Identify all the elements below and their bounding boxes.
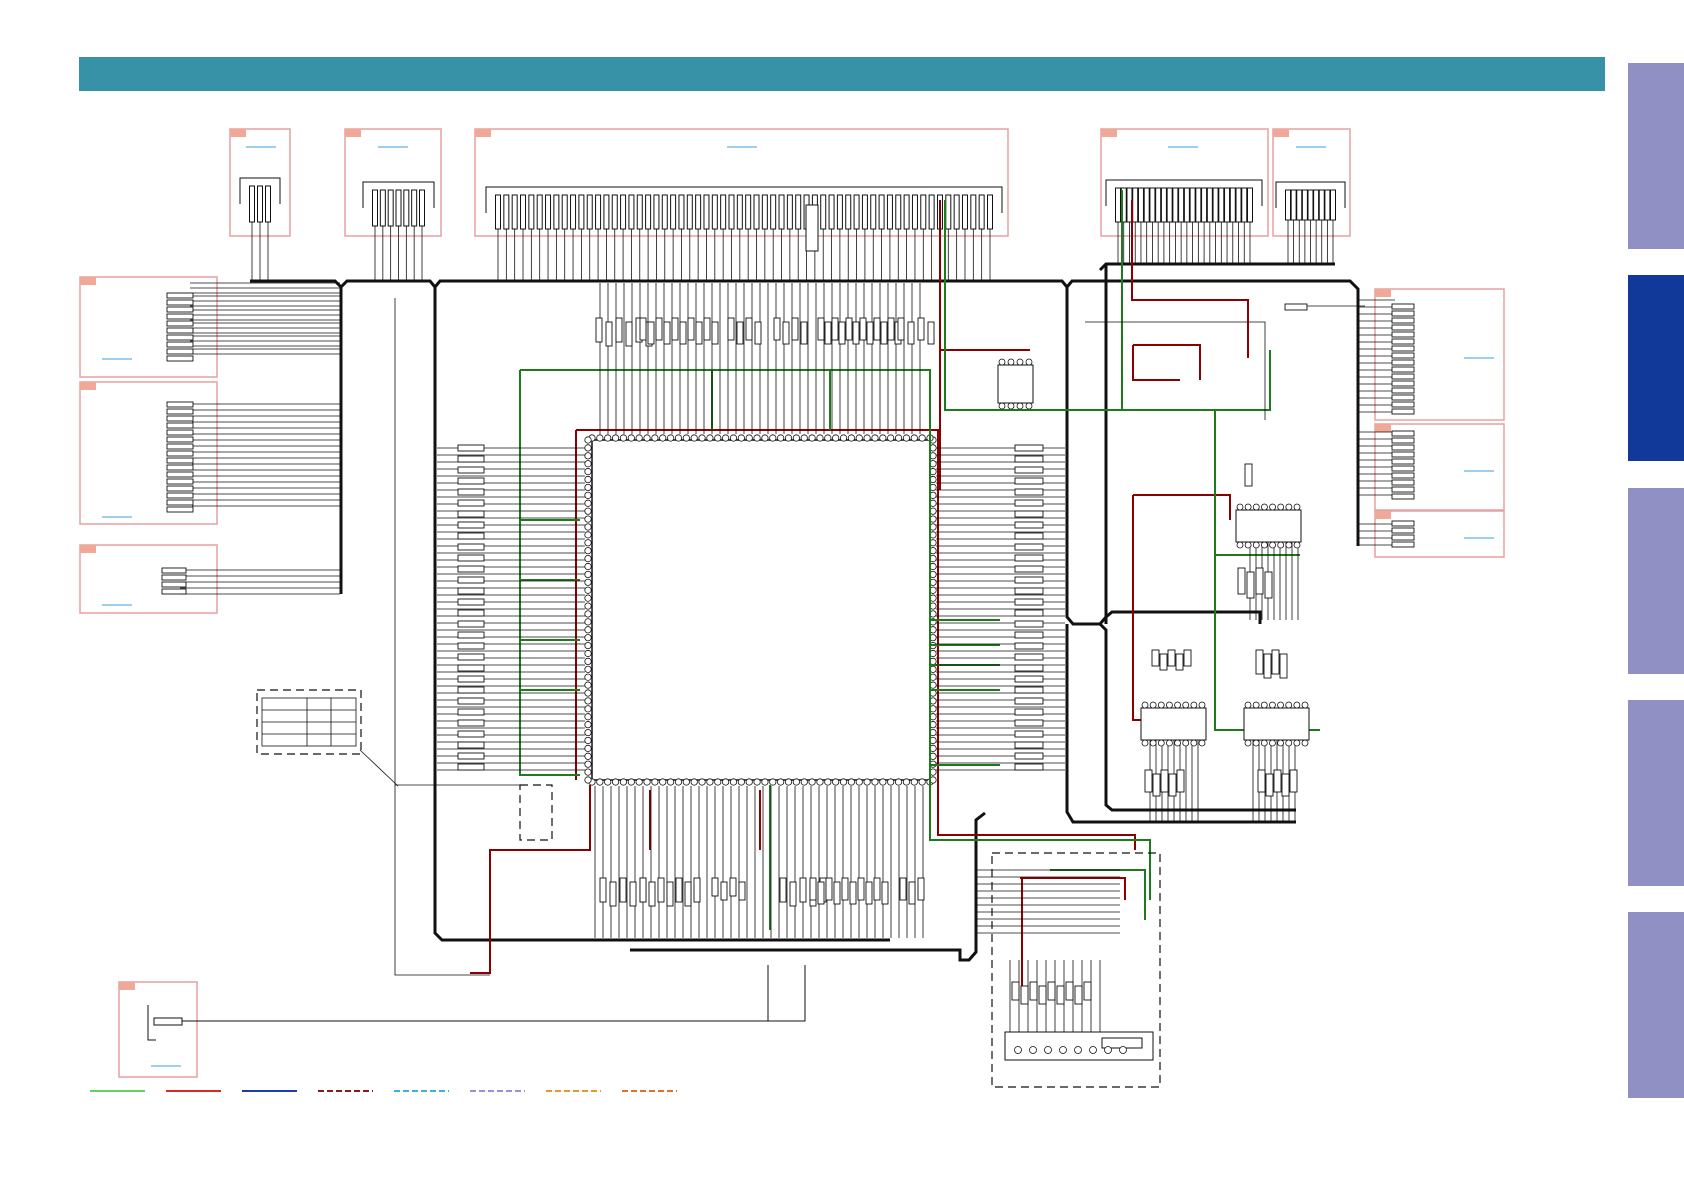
connector-block-left-2 (79, 381, 218, 525)
table-box (261, 697, 399, 787)
schematic-diagram (79, 128, 1505, 1092)
connector-block-bottom-left (118, 981, 198, 1078)
main-ic (584, 434, 937, 786)
bottom-left-wire (147, 965, 806, 1041)
connector-block-left-1 (79, 276, 218, 378)
connector-block-right-3 (1374, 510, 1505, 558)
connector-pins (239, 177, 1346, 281)
connector-block-left-3 (79, 544, 218, 614)
